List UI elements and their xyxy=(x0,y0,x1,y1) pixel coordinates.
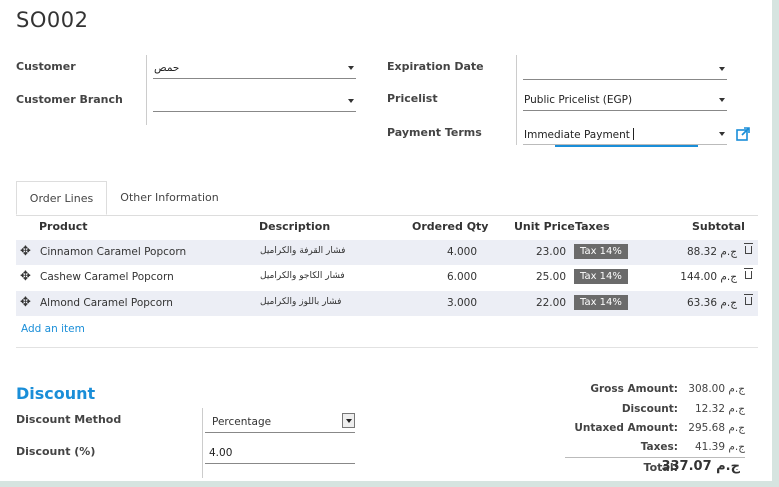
line-subtotal: 144.00 ج.م xyxy=(680,271,737,283)
col-header-product[interactable]: Product xyxy=(39,220,88,233)
payment-terms-field[interactable]: Immediate Payment xyxy=(523,128,727,145)
customer-branch-field[interactable] xyxy=(153,95,356,112)
product-description: فشار باللوز والكراميل xyxy=(260,297,342,307)
totals-divider xyxy=(565,457,745,458)
product-name: Cinnamon Caramel Popcorn xyxy=(40,246,187,258)
discount-method-value: Percentage xyxy=(212,416,272,428)
chevron-down-icon[interactable] xyxy=(348,99,354,103)
pricelist-label: Pricelist xyxy=(387,92,438,105)
trash-icon[interactable] xyxy=(744,294,753,305)
discount-section-title: Discount xyxy=(16,384,96,403)
untaxed-amount-value: 295.68 ج.م xyxy=(688,422,745,434)
discount-amount-value: 12.32 ج.م xyxy=(694,403,745,415)
chevron-down-icon[interactable] xyxy=(719,98,725,102)
notebook-tabs: Order Lines Other Information xyxy=(16,181,758,216)
trash-icon[interactable] xyxy=(744,268,753,279)
product-name: Almond Caramel Popcorn xyxy=(40,297,173,309)
col-header-taxes[interactable]: Taxes xyxy=(575,220,610,233)
table-row[interactable]: ✥ Cinnamon Caramel Popcorn فشار القرفة و… xyxy=(16,240,758,265)
chevron-down-icon[interactable] xyxy=(342,413,355,428)
expiration-date-label: Expiration Date xyxy=(387,60,484,73)
col-header-description[interactable]: Description xyxy=(259,220,330,233)
customer-field[interactable]: حمص xyxy=(153,62,356,79)
focus-underline xyxy=(555,145,698,147)
external-link-icon[interactable] xyxy=(736,127,750,141)
chevron-down-icon[interactable] xyxy=(719,67,725,71)
ordered-qty: 4.000 xyxy=(446,246,477,258)
col-header-unit-price[interactable]: Unit Price xyxy=(514,220,575,233)
add-item-link[interactable]: Add an item xyxy=(21,323,85,335)
trash-icon[interactable] xyxy=(744,243,753,254)
total-value: 337.07 ج.م xyxy=(661,459,740,474)
discount-percent-label: Discount (%) xyxy=(16,445,96,458)
expiration-date-field[interactable] xyxy=(523,63,727,80)
pricelist-field[interactable]: Public Pricelist (EGP) xyxy=(523,94,727,111)
table-row[interactable]: ✥ Cashew Caramel Popcorn فشار الكاجو وال… xyxy=(16,265,758,290)
unit-price: 25.00 xyxy=(535,271,566,283)
line-subtotal: 63.36 ج.م xyxy=(686,297,737,309)
record-title: SO002 xyxy=(16,8,89,32)
text-cursor xyxy=(633,128,635,140)
form-sheet: SO002 Customer Customer Branch حمص Expir… xyxy=(0,0,772,481)
customer-label: Customer xyxy=(16,60,76,73)
drag-handle-icon[interactable]: ✥ xyxy=(20,270,31,283)
product-name: Cashew Caramel Popcorn xyxy=(40,271,174,283)
discount-percent-input[interactable]: 4.00 xyxy=(205,447,355,464)
line-subtotal: 88.32 ج.م xyxy=(686,246,737,258)
discount-method-label: Discount Method xyxy=(16,413,122,426)
discount-percent-value: 4.00 xyxy=(209,447,233,459)
gross-amount-value: 308.00 ج.م xyxy=(688,383,745,395)
taxes-amount-value: 41.39 ج.م xyxy=(694,441,745,453)
customer-branch-label: Customer Branch xyxy=(16,93,123,106)
discount-method-select[interactable]: Percentage xyxy=(205,412,355,433)
tax-badge: Tax 14% xyxy=(574,295,628,310)
unit-price: 23.00 xyxy=(535,246,566,258)
col-header-subtotal[interactable]: Subtotal xyxy=(692,220,745,233)
ordered-qty: 6.000 xyxy=(446,271,477,283)
drag-handle-icon[interactable]: ✥ xyxy=(20,296,31,309)
tab-order-lines[interactable]: Order Lines xyxy=(16,181,107,215)
field-separator xyxy=(202,408,203,478)
chevron-down-icon[interactable] xyxy=(719,132,725,136)
product-description: فشار القرفة والكراميل xyxy=(260,246,346,256)
table-row[interactable]: ✥ Almond Caramel Popcorn فشار باللوز وال… xyxy=(16,291,758,316)
field-separator xyxy=(516,55,517,145)
payment-terms-value: Immediate Payment xyxy=(524,129,630,141)
tax-badge: Tax 14% xyxy=(574,244,628,259)
ordered-qty: 3.000 xyxy=(446,297,477,309)
product-description: فشار الكاجو والكراميل xyxy=(260,271,345,281)
col-header-ordered-qty[interactable]: Ordered Qty xyxy=(412,220,488,233)
customer-value: حمص xyxy=(154,62,180,74)
pricelist-value: Public Pricelist (EGP) xyxy=(524,94,633,106)
chevron-down-icon[interactable] xyxy=(348,66,354,70)
field-separator xyxy=(146,55,147,125)
unit-price: 22.00 xyxy=(535,297,566,309)
tax-badge: Tax 14% xyxy=(574,269,628,284)
divider xyxy=(16,347,758,348)
payment-terms-label: Payment Terms xyxy=(387,126,482,139)
drag-handle-icon[interactable]: ✥ xyxy=(20,245,31,258)
tab-other-information[interactable]: Other Information xyxy=(112,181,227,215)
